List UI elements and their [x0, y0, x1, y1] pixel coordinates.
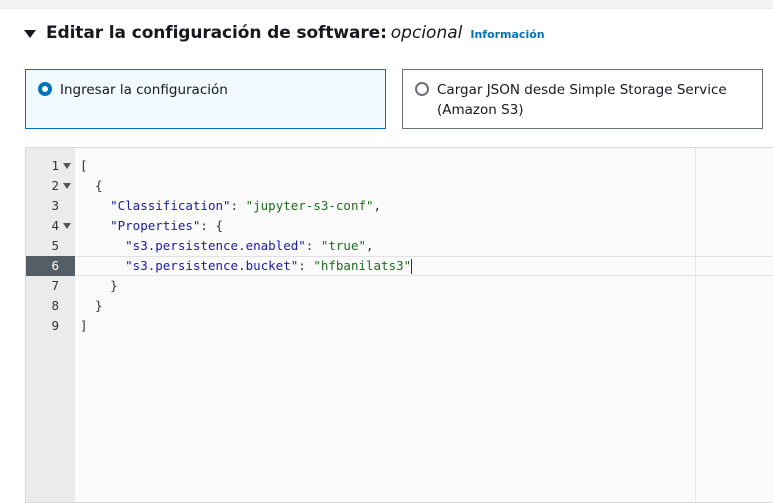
code-text[interactable]: }: [75, 276, 773, 296]
line-number-active: 6: [26, 256, 75, 276]
option-enter-configuration-label: Ingresar la configuración: [60, 82, 228, 98]
caret-down-icon[interactable]: [24, 30, 36, 38]
json-key: "s3.persistence.enabled": [125, 238, 306, 253]
fold-arrow-icon[interactable]: [63, 223, 71, 229]
line-number: 4: [26, 216, 75, 236]
editor-line[interactable]: 2 {: [26, 176, 773, 196]
code-text[interactable]: [: [75, 156, 773, 176]
json-value: "jupyter-s3-conf": [245, 198, 374, 213]
radio-enter-configuration[interactable]: [38, 82, 52, 96]
option-load-json-s3[interactable]: Cargar JSON desde Simple Storage Service…: [402, 69, 763, 129]
info-link[interactable]: Información: [470, 28, 544, 41]
option-load-json-s3-label: Cargar JSON desde Simple Storage Service…: [437, 82, 727, 118]
line-number-text: 9: [51, 318, 59, 333]
section-title: Editar la configuración de software:: [46, 23, 387, 43]
line-number: 2: [26, 176, 75, 196]
code-text[interactable]: "s3.persistence.bucket": "hfbanilats3": [75, 256, 773, 276]
fold-arrow-icon[interactable]: [63, 163, 71, 169]
line-number: 3: [26, 196, 75, 216]
line-number-text: 5: [51, 238, 59, 253]
code-text[interactable]: "Properties": {: [75, 216, 773, 236]
code-text[interactable]: "Classification": "jupyter-s3-conf",: [75, 196, 773, 216]
editor-line[interactable]: 1 [: [26, 156, 773, 176]
json-separator: :: [200, 218, 216, 233]
line-number: 7: [26, 276, 75, 296]
json-separator: :: [305, 238, 321, 253]
json-key: "Properties": [110, 218, 201, 233]
software-settings-panel: Editar la configuración de software: opc…: [0, 8, 773, 503]
json-punctuation: ,: [373, 198, 382, 213]
json-punctuation: {: [215, 218, 224, 233]
code-text[interactable]: "s3.persistence.enabled": "true",: [75, 236, 773, 256]
line-number-text: 2: [51, 178, 59, 193]
editor-line[interactable]: 7 }: [26, 276, 773, 296]
line-number-text: 1: [51, 158, 59, 173]
section-header[interactable]: Editar la configuración de software: opc…: [24, 20, 545, 46]
line-number-text: 6: [51, 258, 59, 273]
json-separator: :: [298, 258, 314, 273]
line-number: 5: [26, 236, 75, 256]
json-value: "hfbanilats3": [313, 258, 412, 273]
json-value: "true": [320, 238, 366, 253]
editor-line-active[interactable]: 6 "s3.persistence.bucket": "hfbanilats3": [26, 256, 773, 276]
line-number-text: 3: [51, 198, 59, 213]
text-cursor: [411, 259, 413, 274]
code-text[interactable]: ]: [75, 316, 773, 336]
code-text[interactable]: {: [75, 176, 773, 196]
editor-line[interactable]: 8 }: [26, 296, 773, 316]
line-number: 1: [26, 156, 75, 176]
editor-line[interactable]: 9 ]: [26, 316, 773, 336]
json-code-editor[interactable]: 1 [ 2 { 3 "Classification": "jupyter-s3-…: [25, 147, 773, 503]
json-punctuation: ,: [366, 238, 374, 253]
section-title-optional: opcional: [390, 23, 463, 43]
radio-load-json-s3[interactable]: [415, 82, 429, 96]
json-separator: :: [230, 198, 246, 213]
code-text[interactable]: }: [75, 296, 773, 316]
option-enter-configuration[interactable]: Ingresar la configuración: [25, 69, 386, 129]
line-number-text: 7: [51, 278, 59, 293]
line-number-text: 4: [51, 218, 59, 233]
json-key: "s3.persistence.bucket": [125, 258, 299, 273]
json-key: "Classification": [110, 198, 231, 213]
line-number: 9: [26, 316, 75, 336]
editor-line[interactable]: 4 "Properties": {: [26, 216, 773, 236]
editor-line[interactable]: 3 "Classification": "jupyter-s3-conf",: [26, 196, 773, 216]
fold-arrow-icon[interactable]: [63, 183, 71, 189]
line-number: 8: [26, 296, 75, 316]
editor-line[interactable]: 5 "s3.persistence.enabled": "true",: [26, 236, 773, 256]
line-number-text: 8: [51, 298, 59, 313]
